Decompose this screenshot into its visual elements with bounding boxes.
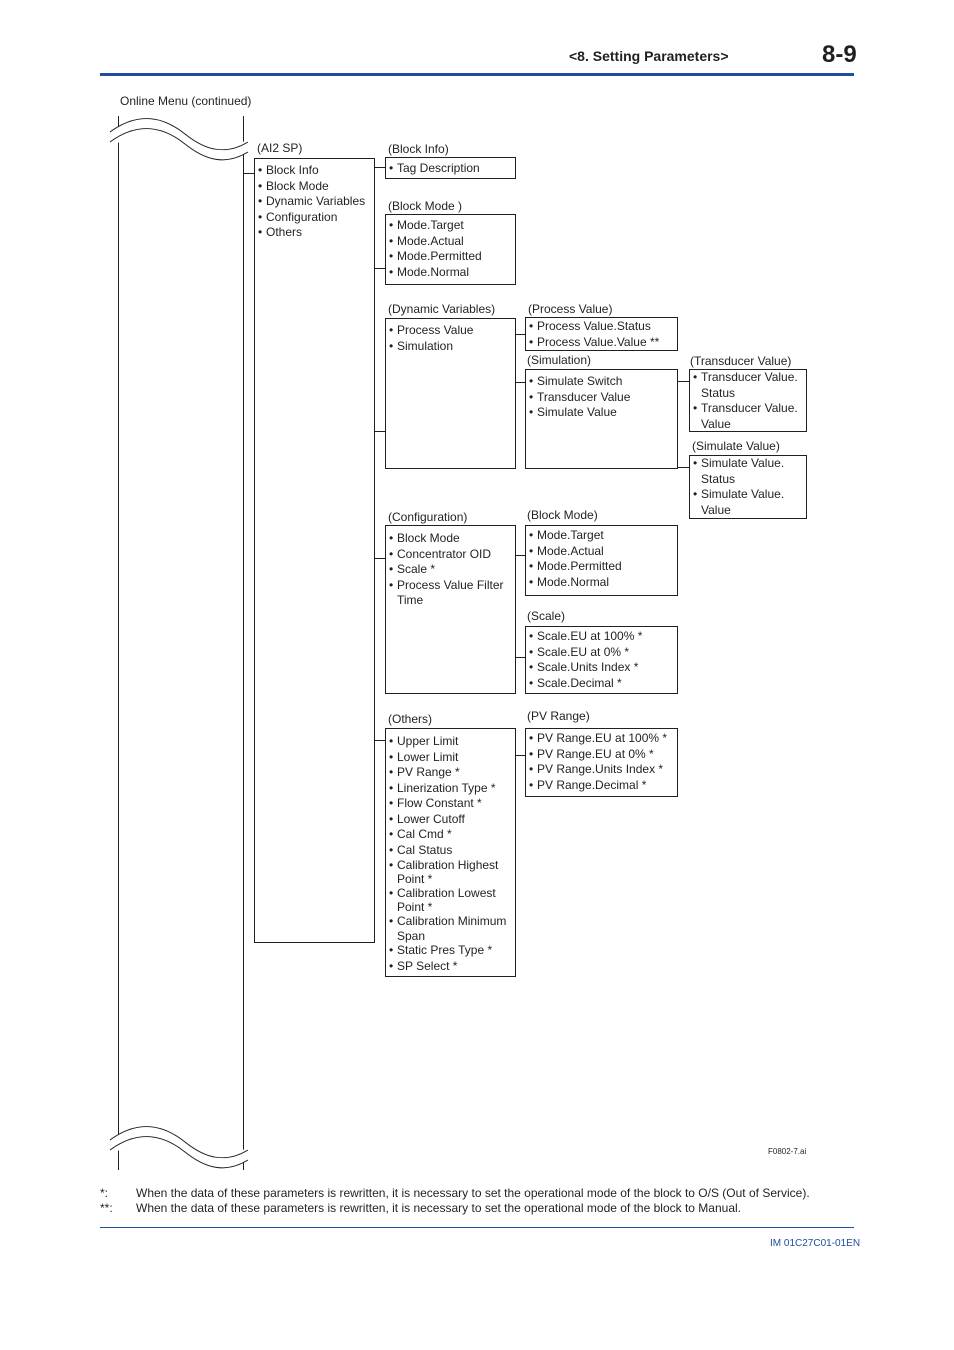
list-item: Mode.Normal [386,265,515,281]
list-item: Others [255,225,374,241]
note-text-1: When the data of these parameters is rew… [136,1186,810,1200]
list-item: Scale.EU at 100% * [526,629,677,645]
list-item: Simulate Switch [526,374,677,390]
list-item: Transducer Value. Value [690,401,806,432]
node-simulate-value: Simulate Value. Status Simulate Value. V… [689,455,807,519]
list-item: Process Value.Status [526,319,677,335]
list-item: Mode.Permitted [386,249,515,265]
list-item: Mode.Actual [526,544,677,560]
list-item: Static Pres Type * [386,943,515,959]
list-item: Calibration Lowest Point * [386,886,515,914]
node-scale: Scale.EU at 100% * Scale.EU at 0% * Scal… [525,626,678,694]
node-config-block-mode: Mode.Target Mode.Actual Mode.Permitted M… [525,525,678,596]
node-label-configuration: (Configuration) [388,510,468,524]
list-item: Upper Limit [386,734,515,750]
node-label-process-value: (Process Value) [528,302,613,316]
list-item: Block Info [255,163,374,179]
node-configuration: Block Mode Concentrator OID Scale * Proc… [385,525,516,694]
node-label-scale: (Scale) [527,609,566,623]
node-label-ai2-sp: (AI2 SP) [257,141,303,155]
list-item: Calibration Minimum Span [386,914,515,943]
node-simulation: Simulate Switch Transducer Value Simulat… [525,369,678,469]
list-item: Mode.Permitted [526,559,677,575]
node-label-others: (Others) [388,712,433,726]
list-item: PV Range.Decimal * [526,778,677,794]
note-mark-2: **: [100,1201,113,1215]
footer-rule [100,1227,854,1228]
root-connector-bus [374,167,375,741]
node-label-dynamic-variables: (Dynamic Variables) [388,302,496,316]
list-item: Dynamic Variables [255,194,374,210]
list-item: Scale.Units Index * [526,660,677,676]
list-item: Lower Cutoff [386,812,515,828]
list-item: Linerization Type * [386,781,515,797]
node-pv-range: PV Range.EU at 100% * PV Range.EU at 0% … [525,728,678,797]
list-item: SP Select * [386,959,515,975]
node-label-config-block-mode: (Block Mode) [527,508,598,522]
list-item: Mode.Target [526,528,677,544]
node-process-value: Process Value.Status Process Value.Value… [525,317,678,351]
note-text-2: When the data of these parameters is rew… [136,1201,741,1215]
list-item: Simulation [386,339,515,355]
list-item: Transducer Value [526,390,677,406]
node-label-block-mode: (Block Mode ) [388,199,463,213]
list-item: Concentrator OID [386,547,515,563]
list-item: Process Value.Value ** [526,335,677,351]
list-item: PV Range * [386,765,515,781]
list-item: Mode.Target [386,218,515,234]
node-ai2-sp: Block Info Block Mode Dynamic Variables … [254,158,375,943]
list-item: Tag Description [386,161,515,177]
node-label-transducer-value: (Transducer Value) [690,354,792,368]
list-item: PV Range.Units Index * [526,762,677,778]
list-item: Calibration Highest Point * [386,858,515,886]
node-label-block-info: (Block Info) [388,142,449,156]
list-item: Scale * [386,562,515,578]
node-label-simulate-value: (Simulate Value) [692,439,780,453]
list-item: Mode.Normal [526,575,677,591]
node-label-simulation: (Simulation) [527,353,592,367]
node-dynamic-variables: Process Value Simulation [385,318,516,469]
list-item: Lower Limit [386,750,515,766]
list-item: Cal Status [386,843,515,859]
node-label-pv-range: (PV Range) [527,709,590,723]
list-item: Block Mode [386,531,515,547]
node-block-info: Tag Description [385,157,516,179]
list-item: Simulate Value. Status [690,456,806,487]
node-others: Upper Limit Lower Limit PV Range * Liner… [385,728,516,977]
break-mark-top [109,118,249,161]
list-item: Block Mode [255,179,374,195]
break-mark-bottom [109,1126,249,1169]
list-item: Simulate Value. Value [690,487,806,518]
list-item: Scale.Decimal * [526,676,677,692]
list-item: Cal Cmd * [386,827,515,843]
list-item: Mode.Actual [386,234,515,250]
node-transducer-value: Transducer Value. Status Transducer Valu… [689,369,807,432]
note-mark-1: *: [100,1186,109,1200]
list-item: Flow Constant * [386,796,515,812]
list-item: Configuration [255,210,374,226]
node-block-mode: Mode.Target Mode.Actual Mode.Permitted M… [385,214,516,285]
list-item: Transducer Value. Status [690,370,806,401]
list-item: Scale.EU at 0% * [526,645,677,661]
list-item: PV Range.EU at 100% * [526,731,677,747]
list-item: Simulate Value [526,405,677,421]
document-number: IM 01C27C01-01EN [770,1238,861,1249]
list-item: Process Value [386,323,515,339]
list-item: PV Range.EU at 0% * [526,747,677,763]
figure-id: F0802-7.ai [768,1147,807,1156]
list-item: Process Value Filter Time [386,578,515,609]
